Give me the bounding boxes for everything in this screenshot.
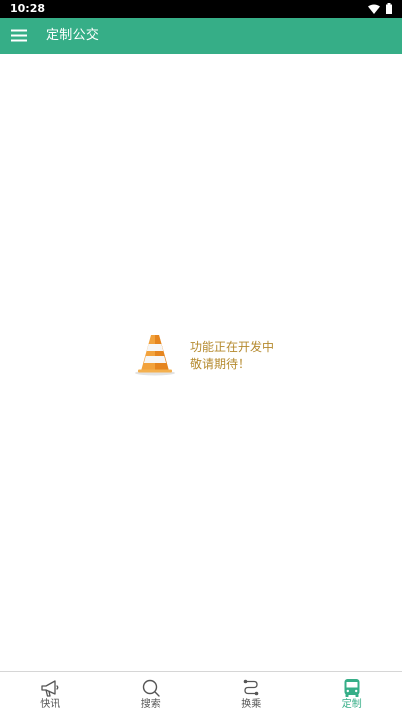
nav-label-news: 快讯 (40, 699, 61, 710)
nav-item-custom[interactable]: 定制 (302, 672, 402, 716)
hamburger-menu-icon (11, 29, 27, 42)
bus-icon (344, 679, 360, 697)
nav-label-custom: 定制 (341, 699, 362, 710)
app-bar: 定制公交 (0, 18, 402, 54)
transfer-route-icon (243, 679, 259, 696)
page-title: 定制公交 (46, 28, 100, 43)
nav-label-transfer: 换乘 (241, 699, 262, 710)
megaphone-icon (41, 680, 59, 697)
nav-item-news[interactable]: 快讯 (0, 672, 101, 716)
status-icons (368, 3, 392, 14)
wifi-icon (368, 4, 380, 14)
status-time: 10:28 (10, 2, 46, 15)
menu-button[interactable] (11, 28, 29, 44)
development-message: 功能正在开发中 敬请期待！ (190, 339, 274, 373)
nav-item-transfer[interactable]: 换乘 (201, 672, 302, 716)
bottom-navigation: 快讯 搜索 换乘 定制 (0, 671, 402, 716)
development-message-line2: 敬请期待！ (190, 357, 251, 371)
nav-item-search[interactable]: 搜索 (101, 672, 202, 716)
search-icon (142, 679, 160, 697)
nav-label-search: 搜索 (140, 699, 161, 710)
battery-icon (386, 3, 392, 14)
traffic-cone-icon (135, 335, 175, 376)
status-bar: 10:28 (0, 0, 402, 18)
development-message-line1: 功能正在开发中 (190, 340, 275, 354)
